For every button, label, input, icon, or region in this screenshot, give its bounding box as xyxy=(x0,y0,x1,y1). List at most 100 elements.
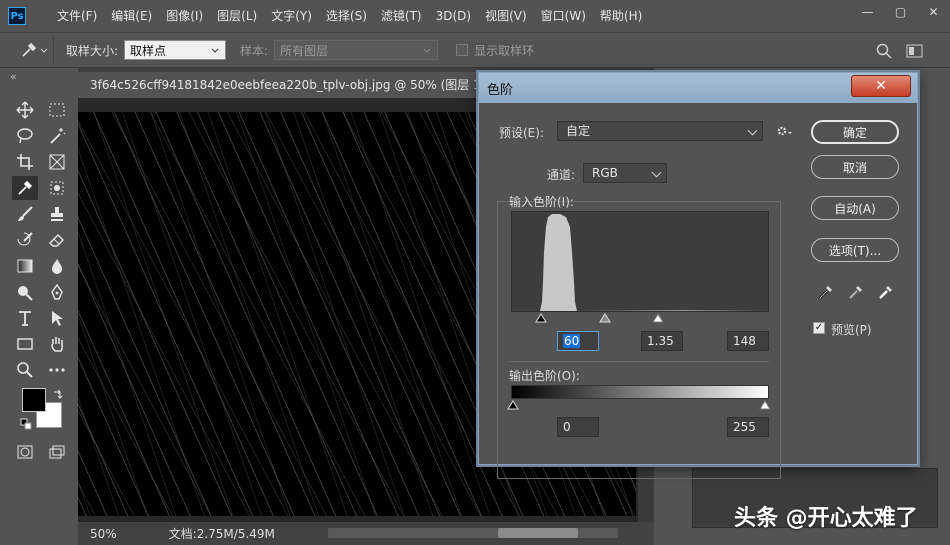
channel-select[interactable]: RGB xyxy=(583,163,667,183)
tool-eraser[interactable] xyxy=(44,228,70,252)
preview-checkbox[interactable]: ✓ xyxy=(813,322,825,334)
restore-button[interactable]: ▢ xyxy=(884,0,917,24)
foreground-color-swatch[interactable] xyxy=(22,388,46,412)
tool-zoom[interactable] xyxy=(12,358,38,382)
input-gamma-field[interactable]: 1.35 xyxy=(641,331,683,351)
sample-size-label: 取样大小: xyxy=(66,43,119,58)
tool-crop[interactable] xyxy=(12,150,38,174)
close-window-button[interactable]: ✕ xyxy=(917,0,950,24)
preset-select[interactable]: 自定 xyxy=(557,121,763,141)
tool-marquee[interactable] xyxy=(44,98,70,122)
menu-view[interactable]: 视图(V) xyxy=(478,0,534,32)
tool-frame[interactable] xyxy=(44,150,70,174)
sample-value: 所有图层 xyxy=(280,43,329,58)
output-white-slider[interactable] xyxy=(759,400,771,410)
dodge-icon xyxy=(18,286,33,301)
chevron-down-icon xyxy=(747,125,758,136)
tool-dodge[interactable] xyxy=(12,280,38,304)
collapse-toolbar-icon[interactable]: « xyxy=(10,70,17,83)
hand-icon xyxy=(51,337,63,352)
minimize-button[interactable]: — xyxy=(851,0,884,24)
scrollbar-thumb[interactable] xyxy=(498,528,578,538)
preset-options-gear-icon[interactable] xyxy=(775,123,793,139)
swap-colors-icon[interactable] xyxy=(52,388,64,400)
menu-image[interactable]: 图像(I) xyxy=(159,0,210,32)
type-icon xyxy=(19,311,31,326)
tool-gradient[interactable] xyxy=(12,254,38,278)
menu-3d[interactable]: 3D(D) xyxy=(429,0,478,32)
ok-button[interactable]: 确定 xyxy=(811,120,899,144)
tool-pen[interactable] xyxy=(44,280,70,304)
preset-label: 预设(E): xyxy=(499,126,544,140)
output-black-slider[interactable] xyxy=(507,400,519,410)
tool-stamp[interactable] xyxy=(44,202,70,226)
menu-edit[interactable]: 编辑(E) xyxy=(104,0,159,32)
tool-lasso[interactable] xyxy=(12,124,38,148)
channel-label: 通道: xyxy=(547,168,576,182)
dialog-title-bar[interactable]: 色阶 ✕ xyxy=(479,73,917,103)
black-point-eyedropper-icon[interactable] xyxy=(817,283,835,301)
white-point-eyedropper-icon[interactable] xyxy=(877,283,895,301)
menu-file[interactable]: 文件(F) xyxy=(50,0,104,32)
gradient-icon xyxy=(17,259,33,273)
tool-blur[interactable] xyxy=(44,254,70,278)
stamp-icon xyxy=(51,207,63,221)
output-black-field[interactable]: 0 xyxy=(557,417,599,437)
menu-help[interactable]: 帮助(H) xyxy=(593,0,649,32)
dialog-close-button[interactable]: ✕ xyxy=(851,75,911,97)
sample-size-value: 取样点 xyxy=(130,43,167,58)
dialog-body: 预设(E): 自定 通道: RGB 输入色阶(I): 60 1.35 148 输… xyxy=(479,103,917,479)
tool-hand[interactable] xyxy=(44,332,70,356)
rectangle-marquee-icon xyxy=(49,103,65,117)
sample-select[interactable]: 所有图层 xyxy=(274,40,439,60)
input-gamma-slider[interactable] xyxy=(599,313,611,323)
search-icon[interactable] xyxy=(876,43,892,59)
tool-magic-wand[interactable] xyxy=(44,124,70,148)
chevron-down-icon xyxy=(651,167,662,178)
tool-history-brush[interactable] xyxy=(12,228,38,252)
menu-window[interactable]: 窗口(W) xyxy=(534,0,593,32)
tool-object-select[interactable] xyxy=(44,176,70,200)
watermark: 头条 @开心太难了 xyxy=(734,506,918,531)
output-white-field[interactable]: 255 xyxy=(727,417,769,437)
screen-mode-button[interactable] xyxy=(44,440,70,464)
menu-filter[interactable]: 滤镜(T) xyxy=(374,0,429,32)
options-button[interactable]: 选项(T)... xyxy=(811,238,899,262)
tool-shape[interactable] xyxy=(12,332,38,356)
menu-layer[interactable]: 图层(L) xyxy=(210,0,264,32)
tool-preset-picker[interactable] xyxy=(14,36,54,64)
default-colors-icon[interactable] xyxy=(20,418,32,430)
horizontal-scrollbar[interactable] xyxy=(328,528,618,538)
gray-point-eyedropper-icon[interactable] xyxy=(847,283,865,301)
histogram xyxy=(511,211,769,312)
eyedropper-icon xyxy=(18,180,33,195)
tool-more[interactable] xyxy=(44,358,70,382)
input-white-field[interactable]: 148 xyxy=(727,331,769,351)
tool-type[interactable] xyxy=(12,306,38,330)
tool-path-select[interactable] xyxy=(44,306,70,330)
input-black-slider[interactable] xyxy=(535,313,547,323)
tool-eyedropper[interactable] xyxy=(12,176,38,200)
chevron-down-icon xyxy=(423,48,431,53)
document-tab[interactable]: 3f64c526cff94181842e0eebfeea220b_tplv-ob… xyxy=(78,72,508,98)
quick-mask-button[interactable] xyxy=(12,440,38,464)
tool-move[interactable] xyxy=(12,98,38,122)
show-sampling-ring-checkbox[interactable] xyxy=(456,44,469,56)
input-black-field[interactable]: 60 xyxy=(557,331,599,351)
pen-icon xyxy=(51,283,63,300)
menu-type[interactable]: 文字(Y) xyxy=(264,0,319,32)
tool-brush[interactable] xyxy=(12,202,38,226)
auto-button[interactable]: 自动(A) xyxy=(811,196,899,220)
arrow-select-icon xyxy=(52,311,63,326)
preset-value: 自定 xyxy=(566,124,591,138)
workspace-icon[interactable] xyxy=(906,43,924,59)
cancel-button[interactable]: 取消 xyxy=(811,155,899,179)
zoom-level[interactable]: 50% xyxy=(90,527,117,541)
sample-label: 样本: xyxy=(240,43,269,58)
dialog-title: 色阶 xyxy=(487,83,514,98)
channel-value: RGB xyxy=(592,166,618,180)
input-white-slider[interactable] xyxy=(652,313,664,323)
sample-size-select[interactable]: 取样点 xyxy=(124,40,227,60)
menu-select[interactable]: 选择(S) xyxy=(319,0,374,32)
photoshop-logo-icon[interactable]: Ps xyxy=(8,7,26,25)
